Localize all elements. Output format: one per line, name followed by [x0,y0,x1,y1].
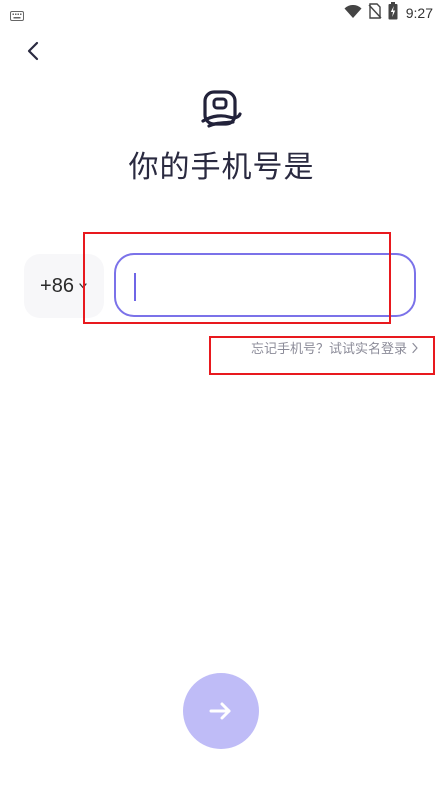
no-sim-icon [368,3,382,23]
app-logo-icon [199,88,243,132]
forgot-phone-link[interactable]: 忘记手机号？试试实名登录 [251,338,419,357]
text-caret [134,273,136,301]
arrow-right-icon [209,702,231,720]
wifi-icon [344,4,362,23]
phone-number-input[interactable] [130,267,400,303]
country-code-label: +86 [40,274,74,297]
status-bar: 9:27 [0,0,443,26]
chevron-down-icon [79,283,87,289]
status-time: 9:27 [405,5,433,21]
back-button[interactable] [18,36,48,66]
chevron-right-icon [412,342,418,353]
forgot-phone-label: 忘记手机号？试试实名登录 [250,342,407,357]
next-button[interactable] [183,673,259,749]
country-code-selector[interactable]: +86 [24,254,104,318]
keyboard-icon [10,6,24,25]
page-title: 你的手机号是 [128,150,315,185]
battery-charging-icon [388,2,398,24]
status-icons: 9:27 [344,2,433,24]
phone-input-container[interactable] [114,253,416,317]
chevron-left-icon [27,41,39,61]
